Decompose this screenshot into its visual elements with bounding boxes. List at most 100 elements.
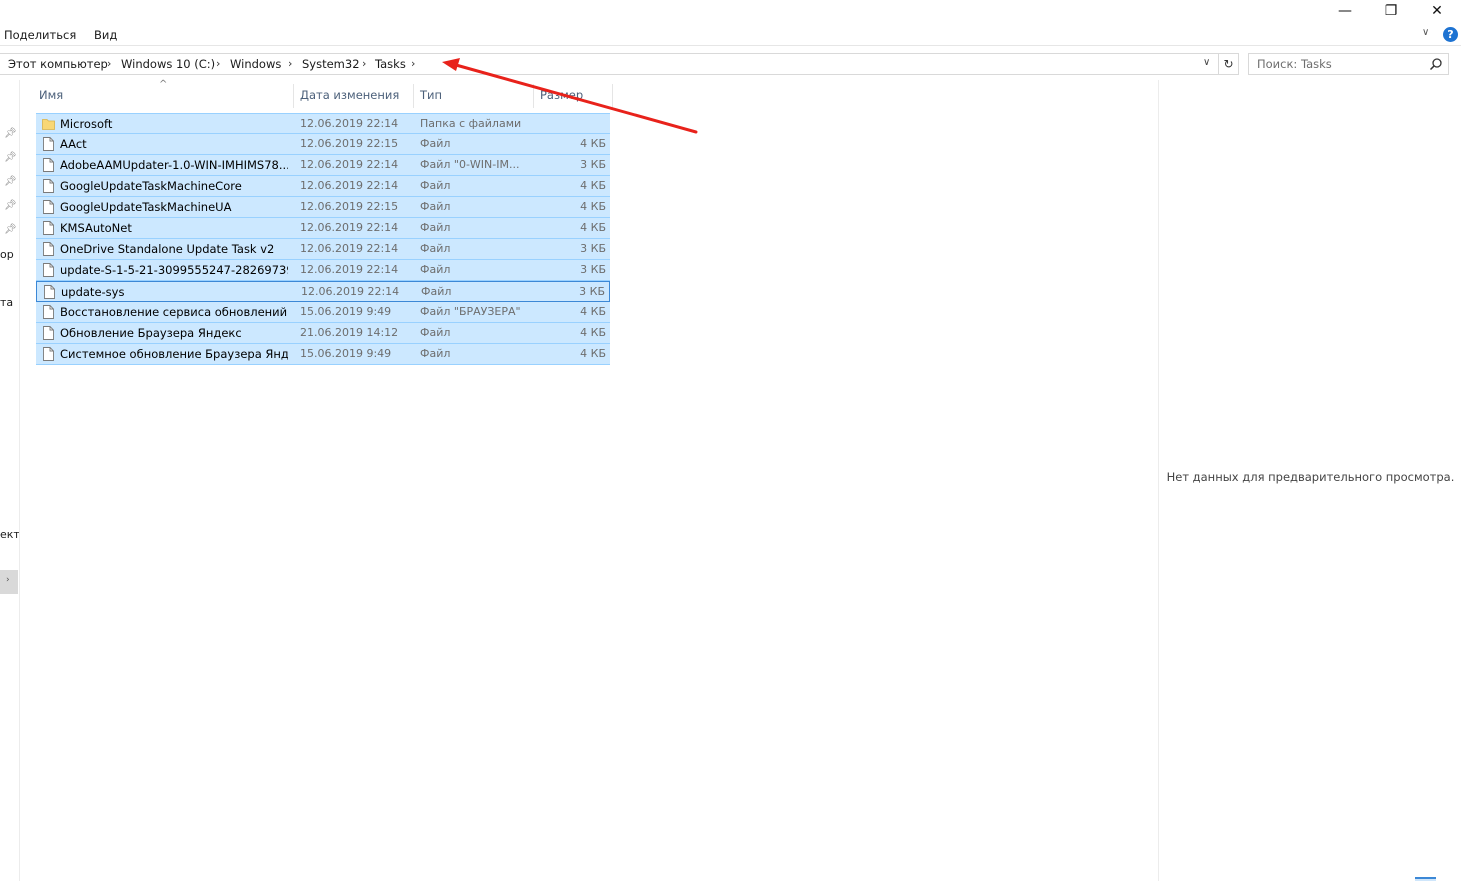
file-icon	[43, 305, 54, 319]
file-icon	[43, 326, 54, 340]
close-button[interactable]: ✕	[1414, 0, 1460, 22]
nav-item-fragment[interactable]: та	[0, 296, 13, 309]
file-type: Файл	[421, 285, 452, 298]
file-size: 4 КБ	[580, 326, 606, 339]
expand-icon[interactable]: ›	[6, 575, 10, 585]
nav-item-fragment[interactable]: екто	[0, 528, 19, 541]
search-box[interactable]	[1248, 53, 1449, 75]
tab-share[interactable]: Поделиться	[4, 28, 76, 42]
file-type: Файл "0-WIN-IM...	[420, 158, 520, 171]
file-row[interactable]: update-S-1-5-21-3099555247-2826973983...…	[36, 260, 610, 281]
preview-empty-message: Нет данных для предварительного просмотр…	[1166, 470, 1455, 484]
file-type: Файл "БРАУЗЕРА"	[420, 305, 521, 318]
breadcrumb-separator-icon[interactable]: ›	[411, 57, 415, 70]
file-size: 4 КБ	[580, 179, 606, 192]
breadcrumb-separator-icon[interactable]: ›	[107, 57, 111, 70]
file-name: AAct	[60, 137, 87, 151]
breadcrumb-separator-icon[interactable]: ›	[362, 57, 366, 70]
file-row[interactable]: OneDrive Standalone Update Task v2 12.06.…	[36, 239, 610, 260]
file-date: 12.06.2019 22:14	[300, 117, 399, 130]
preview-pane: Нет данных для предварительного просмотр…	[1158, 80, 1461, 881]
file-size: 4 КБ	[580, 221, 606, 234]
file-name: OneDrive Standalone Update Task v2	[60, 242, 275, 256]
file-row[interactable]: update-sys 12.06.2019 22:14 Файл 3 КБ	[36, 281, 610, 302]
pin-icon[interactable]: 📌︎	[4, 200, 17, 212]
file-row[interactable]: Обновление Браузера Яндекс 21.06.2019 14:…	[36, 323, 610, 344]
address-dropdown-icon[interactable]: ∨	[1203, 57, 1210, 68]
column-header-name[interactable]: Имя	[33, 84, 294, 108]
pin-icon[interactable]: 📌︎	[4, 224, 17, 236]
chevron-down-icon[interactable]: ∨	[1422, 27, 1429, 38]
file-name: KMSAutoNet	[60, 221, 132, 235]
search-input[interactable]	[1249, 54, 1424, 74]
refresh-icon: ↻	[1223, 57, 1234, 71]
file-row[interactable]: GoogleUpdateTaskMachineCore 12.06.2019 22…	[36, 176, 610, 197]
file-icon	[44, 285, 55, 299]
breadcrumb-tasks[interactable]: Tasks	[375, 57, 406, 71]
minimize-icon: —	[1338, 3, 1352, 19]
file-date: 12.06.2019 22:14	[300, 263, 399, 276]
file-row[interactable]: Восстановление сервиса обновлений ... 15.…	[36, 302, 610, 323]
file-list: Microsoft 12.06.2019 22:14 Папка с файлами…	[36, 113, 610, 365]
file-size: 4 КБ	[580, 347, 606, 360]
column-header-date-label: Дата изменения	[300, 88, 400, 102]
ribbon-tabs: Поделиться Вид ∨ ?	[0, 24, 1461, 46]
file-size: 3 КБ	[579, 285, 605, 298]
file-name: AdobeAAMUpdater-1.0-WIN-IMHIMS78...	[60, 158, 288, 172]
navigation-pane: 📌︎ 📌︎ 📌︎ 📌︎ 📌︎ ор та екто ›	[0, 80, 20, 881]
title-bar: — ❐ ✕	[0, 0, 1461, 24]
breadcrumb-separator-icon[interactable]: ›	[288, 57, 292, 70]
file-icon	[43, 347, 54, 361]
column-header-date[interactable]: Дата изменения	[294, 84, 414, 108]
file-type: Файл	[420, 221, 451, 234]
file-type: Файл	[420, 326, 451, 339]
file-name: update-sys	[61, 285, 125, 299]
file-date: 12.06.2019 22:14	[301, 285, 400, 298]
file-date: 15.06.2019 9:49	[300, 347, 392, 360]
close-icon: ✕	[1431, 3, 1443, 19]
file-date: 21.06.2019 14:12	[300, 326, 399, 339]
file-row[interactable]: Системное обновление Браузера Яндекс 15.0…	[36, 344, 610, 365]
breadcrumb-this-pc[interactable]: Этот компьютер	[8, 57, 108, 71]
breadcrumb-system32[interactable]: System32	[302, 57, 360, 71]
file-name: Системное обновление Браузера Яндекс	[60, 347, 288, 361]
file-date: 12.06.2019 22:14	[300, 179, 399, 192]
file-row[interactable]: AdobeAAMUpdater-1.0-WIN-IMHIMS78... 12.06…	[36, 155, 610, 176]
search-icon[interactable]	[1429, 57, 1443, 71]
file-size: 3 КБ	[580, 242, 606, 255]
file-icon	[43, 158, 54, 172]
file-size: 3 КБ	[580, 158, 606, 171]
minimize-button[interactable]: —	[1322, 0, 1368, 22]
file-row[interactable]: GoogleUpdateTaskMachineUA 12.06.2019 22:1…	[36, 197, 610, 218]
file-type: Файл	[420, 263, 451, 276]
refresh-button[interactable]: ↻	[1219, 53, 1239, 75]
file-date: 12.06.2019 22:14	[300, 158, 399, 171]
file-name: Microsoft	[60, 117, 113, 131]
nav-item-fragment[interactable]: ор	[0, 248, 14, 261]
breadcrumb-separator-icon[interactable]: ›	[216, 57, 220, 70]
file-name: Обновление Браузера Яндекс	[60, 326, 242, 340]
folder-icon	[42, 119, 55, 130]
breadcrumb-drive[interactable]: Windows 10 (C:)	[121, 57, 215, 71]
breadcrumb-windows[interactable]: Windows	[230, 57, 281, 71]
help-icon[interactable]: ?	[1443, 27, 1458, 42]
pin-icon[interactable]: 📌︎	[4, 176, 17, 188]
file-name: Восстановление сервиса обновлений ...	[60, 305, 288, 319]
file-icon	[43, 221, 54, 235]
nav-item-selected[interactable]: ›	[0, 570, 18, 594]
pin-icon[interactable]: 📌︎	[4, 152, 17, 164]
file-name: GoogleUpdateTaskMachineCore	[60, 179, 242, 193]
tab-view[interactable]: Вид	[94, 28, 117, 42]
annotation-arrow	[442, 58, 698, 134]
file-row[interactable]: KMSAutoNet 12.06.2019 22:14 Файл 4 КБ	[36, 218, 610, 239]
view-toggle-button[interactable]	[1415, 877, 1436, 881]
file-name: GoogleUpdateTaskMachineUA	[60, 200, 232, 214]
file-date: 12.06.2019 22:14	[300, 221, 399, 234]
file-size: 4 КБ	[580, 305, 606, 318]
file-size: 3 КБ	[580, 263, 606, 276]
file-date: 12.06.2019 22:14	[300, 242, 399, 255]
pin-icon[interactable]: 📌︎	[4, 128, 17, 140]
file-icon	[43, 200, 54, 214]
file-type: Файл	[420, 242, 451, 255]
maximize-button[interactable]: ❐	[1368, 0, 1414, 22]
